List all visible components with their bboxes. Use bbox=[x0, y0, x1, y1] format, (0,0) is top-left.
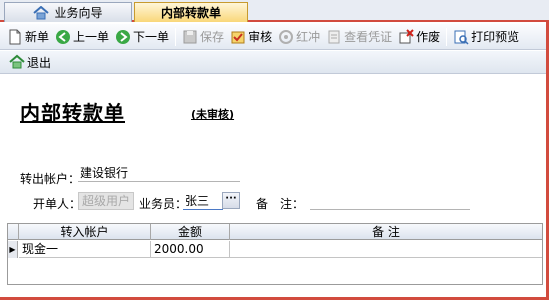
grid-header: 转入帐户 金额 备 注 bbox=[8, 224, 542, 240]
row-indicator-icon: ▶ bbox=[8, 241, 18, 258]
home-icon bbox=[33, 5, 50, 19]
save-disk-icon bbox=[183, 30, 197, 43]
reverse-button-label: 红冲 bbox=[296, 30, 321, 44]
view-voucher-button-label: 查看凭证 bbox=[344, 30, 393, 44]
audit-button[interactable]: 审核 bbox=[227, 26, 275, 48]
print-preview-button-label: 打印预览 bbox=[471, 30, 520, 44]
main-toolbar: 新单 上一单 下一单 保存 审核 红冲 查看凭证 作废 打印预览 bbox=[0, 24, 549, 50]
tab-business-guide[interactable]: 业务向导 bbox=[4, 2, 132, 22]
reverse-circle-icon bbox=[279, 29, 294, 44]
table-row[interactable]: ▶ 现金一 2000.00 bbox=[8, 241, 542, 258]
print-preview-button[interactable]: 打印预览 bbox=[450, 26, 522, 48]
voucher-icon bbox=[328, 30, 340, 43]
void-button[interactable]: 作废 bbox=[395, 26, 443, 48]
audit-check-icon bbox=[231, 31, 245, 43]
tab-label: 业务向导 bbox=[54, 6, 103, 20]
creator-label: 开单人： bbox=[33, 197, 82, 211]
cell-note[interactable] bbox=[230, 241, 542, 258]
cell-amount[interactable]: 2000.00 bbox=[151, 241, 230, 258]
tab-bar: 业务向导 内部转款单 bbox=[0, 0, 549, 22]
prev-button[interactable]: 上一单 bbox=[52, 26, 112, 48]
exit-home-icon bbox=[9, 54, 25, 69]
tab-internal-transfer[interactable]: 内部转款单 bbox=[134, 2, 248, 22]
new-button-label: 新单 bbox=[25, 30, 50, 44]
from-account-label: 转出帐户： bbox=[20, 172, 81, 186]
next-button[interactable]: 下一单 bbox=[112, 26, 172, 48]
arrow-left-icon bbox=[56, 29, 71, 44]
tab-label: 内部转款单 bbox=[160, 6, 221, 20]
print-preview-icon bbox=[454, 30, 469, 45]
arrow-right-icon bbox=[116, 29, 131, 44]
view-voucher-button[interactable]: 查看凭证 bbox=[323, 26, 395, 48]
transfer-grid: 转入帐户 金额 备 注 ▶ 现金一 2000.00 bbox=[7, 223, 543, 285]
column-header-amount[interactable]: 金额 bbox=[151, 224, 230, 240]
new-button[interactable]: 新单 bbox=[4, 26, 52, 48]
creator-field: 超级用户 bbox=[78, 192, 134, 210]
status-badge: (未审核) bbox=[191, 108, 235, 121]
cell-to-account[interactable]: 现金一 bbox=[19, 241, 151, 258]
toolbar-separator bbox=[175, 27, 177, 46]
exit-button-label: 退出 bbox=[27, 55, 52, 70]
column-header-to-account[interactable]: 转入帐户 bbox=[19, 224, 151, 240]
save-button-label: 保存 bbox=[200, 30, 225, 44]
void-button-label: 作废 bbox=[416, 30, 441, 44]
secondary-toolbar: 退出 bbox=[0, 51, 549, 74]
toolbar-separator bbox=[446, 27, 448, 46]
salesman-label: 业务员： bbox=[139, 197, 188, 211]
from-account-field[interactable]: 建设银行 bbox=[78, 164, 240, 182]
reverse-button[interactable]: 红冲 bbox=[275, 26, 323, 48]
next-button-label: 下一单 bbox=[133, 30, 170, 44]
grid-corner bbox=[8, 224, 19, 240]
salesman-lookup-button[interactable]: ··· bbox=[222, 192, 240, 209]
page-title: 内部转款单 bbox=[20, 101, 125, 125]
prev-button-label: 上一单 bbox=[73, 30, 110, 44]
column-header-note[interactable]: 备 注 bbox=[230, 224, 542, 240]
void-x-icon bbox=[399, 28, 414, 43]
new-document-icon bbox=[9, 29, 21, 44]
salesman-field[interactable]: 张三 bbox=[183, 192, 223, 210]
audit-button-label: 审核 bbox=[248, 30, 273, 44]
save-button[interactable]: 保存 bbox=[179, 26, 227, 48]
exit-button[interactable]: 退出 bbox=[6, 51, 54, 73]
note-label: 备 注： bbox=[256, 197, 305, 211]
note-field[interactable] bbox=[310, 192, 470, 210]
